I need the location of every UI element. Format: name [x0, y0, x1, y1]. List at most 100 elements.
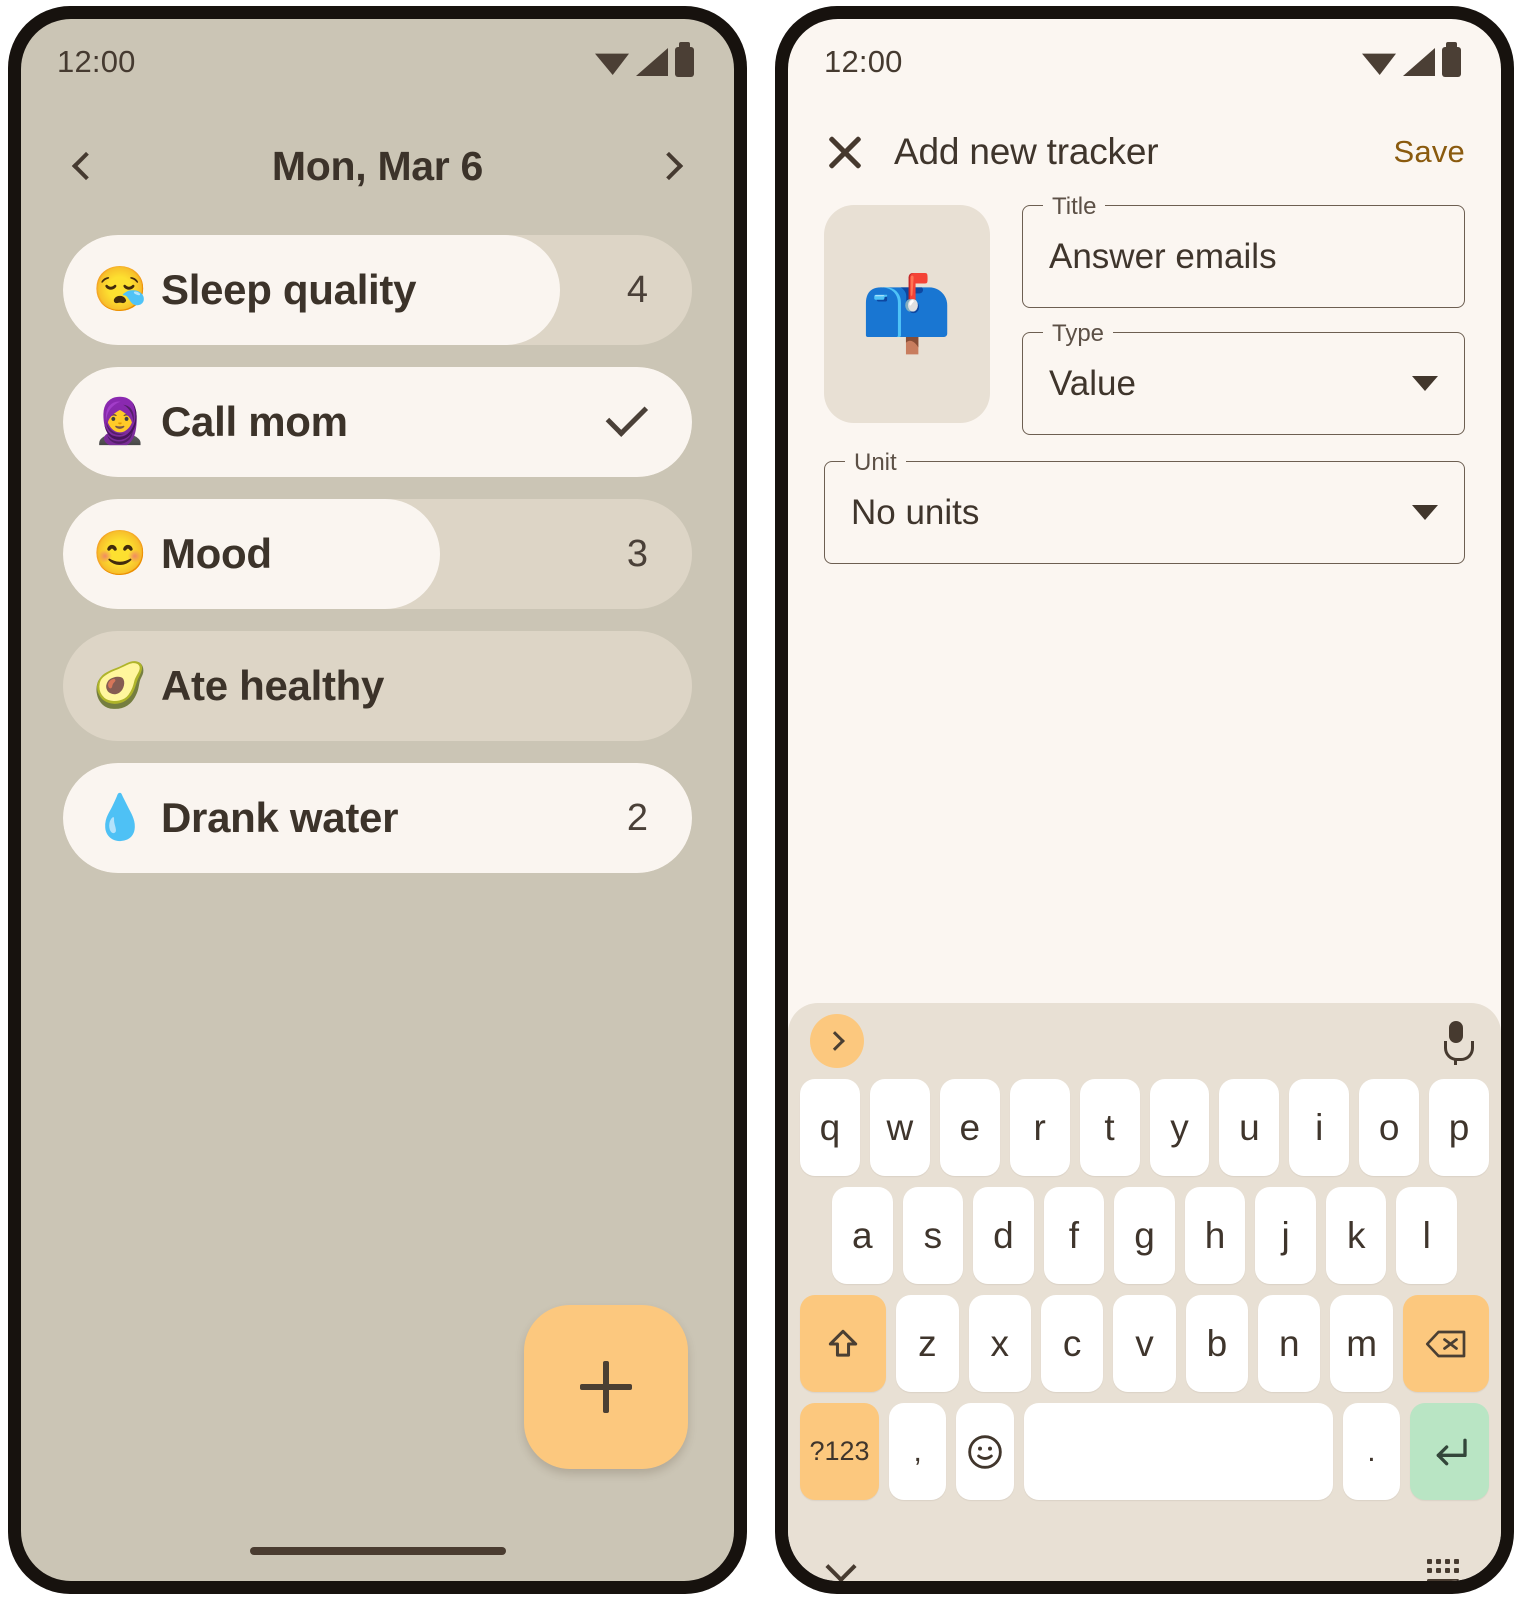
home-gesture-bar[interactable]: [249, 1547, 506, 1555]
fields-column: Title Answer emails Type Value: [1022, 193, 1465, 435]
form-top-section: 📫 Title Answer emails Type Value: [788, 173, 1501, 435]
key-l[interactable]: l: [1396, 1187, 1458, 1284]
space-key[interactable]: [1023, 1403, 1333, 1500]
keyboard-bottom-bar: [788, 1511, 1501, 1581]
key-s[interactable]: s: [902, 1187, 964, 1284]
avocado-icon: 🥑: [92, 661, 148, 710]
key-z[interactable]: z: [896, 1295, 959, 1392]
tracker-value: 3: [626, 532, 648, 575]
shift-icon: [828, 1329, 858, 1357]
key-b[interactable]: b: [1185, 1295, 1249, 1392]
close-icon[interactable]: [824, 131, 866, 173]
key-n[interactable]: n: [1258, 1295, 1321, 1392]
keyboard-row-2: a s d f g h j k l: [788, 1187, 1501, 1295]
chevron-left-icon: [71, 151, 100, 181]
type-select-label: Type: [1043, 320, 1114, 348]
emoji-picker-button[interactable]: 📫: [824, 205, 990, 423]
suggestion-bar: [788, 1003, 1501, 1079]
key-i[interactable]: i: [1289, 1079, 1350, 1176]
add-tracker-button[interactable]: [524, 1305, 688, 1469]
key-r[interactable]: r: [1009, 1079, 1070, 1176]
title-field-value: Answer emails: [1049, 236, 1277, 276]
key-k[interactable]: k: [1325, 1187, 1387, 1284]
key-d[interactable]: d: [973, 1187, 1034, 1284]
key-y[interactable]: y: [1149, 1079, 1210, 1176]
tracker-row[interactable]: 💧 Drank water 2: [63, 763, 692, 873]
save-button[interactable]: Save: [1394, 134, 1465, 170]
key-h[interactable]: h: [1184, 1187, 1246, 1284]
backspace-icon: [1425, 1330, 1466, 1357]
wifi-icon: [595, 53, 629, 75]
keyboard-row-4: ?123 , .: [788, 1403, 1501, 1511]
key-c[interactable]: c: [1040, 1295, 1104, 1392]
key-e[interactable]: e: [939, 1079, 1000, 1176]
left-phone-screen: 12:00 Mon, Mar 6 😪 Sleep quality 4 🧕 Cal…: [21, 19, 734, 1581]
tracker-row[interactable]: 🧕 Call mom: [63, 367, 692, 477]
key-t[interactable]: t: [1079, 1079, 1140, 1176]
key-p[interactable]: p: [1429, 1079, 1490, 1176]
title-field-label: Title: [1043, 193, 1106, 221]
type-select-value: Value: [1049, 363, 1136, 403]
key-g[interactable]: g: [1114, 1187, 1175, 1284]
key-x[interactable]: x: [968, 1295, 1031, 1392]
unit-select-value: No units: [851, 492, 980, 532]
smiling-face-icon: 😊: [92, 529, 148, 578]
check-icon: [605, 394, 649, 437]
numbers-key[interactable]: ?123: [800, 1403, 880, 1500]
chevron-down-icon[interactable]: [825, 1551, 857, 1581]
dual-phone-mockup: 12:00 Mon, Mar 6 😪 Sleep quality 4 🧕 Cal…: [0, 0, 1522, 1600]
woman-with-headscarf-icon: 🧕: [92, 397, 148, 446]
shift-key[interactable]: [800, 1295, 887, 1392]
previous-day-button[interactable]: [55, 139, 109, 193]
status-time: 12:00: [824, 44, 903, 79]
tracker-row-content: 🥑 Ate healthy: [63, 662, 692, 710]
chevron-down-icon: [1412, 376, 1438, 391]
key-w[interactable]: w: [869, 1079, 930, 1176]
tracker-row[interactable]: 😊 Mood 3: [63, 499, 692, 609]
key-u[interactable]: u: [1219, 1079, 1280, 1176]
tracker-row[interactable]: 🥑 Ate healthy: [63, 631, 692, 741]
status-bar-left: 12:00: [21, 19, 734, 105]
tracker-row-content: 💧 Drank water 2: [63, 794, 692, 842]
tracker-row[interactable]: 😪 Sleep quality 4: [63, 235, 692, 345]
key-v[interactable]: v: [1113, 1295, 1176, 1392]
on-screen-keyboard: q w e r t y u i o p a s d f g h j k l z …: [788, 1003, 1501, 1581]
key-q[interactable]: q: [799, 1079, 860, 1176]
status-icons: [595, 42, 694, 77]
right-phone-screen: 12:00 Add new tracker Save 📫 Title Answe…: [788, 19, 1501, 1581]
type-select[interactable]: Type Value: [1022, 320, 1465, 435]
tracker-label: Sleep quality: [161, 266, 417, 313]
emoji-icon: [968, 1434, 1002, 1469]
next-day-button[interactable]: [646, 139, 700, 193]
status-bar-right: 12:00: [788, 19, 1501, 105]
keyboard-switcher-icon[interactable]: [1427, 1558, 1459, 1581]
chevron-down-icon: [1412, 505, 1438, 520]
backspace-key[interactable]: [1402, 1295, 1489, 1392]
key-o[interactable]: o: [1359, 1079, 1420, 1176]
tracker-value: 2: [626, 796, 648, 839]
microphone-icon[interactable]: [1443, 1021, 1474, 1065]
emoji-key[interactable]: [956, 1403, 1014, 1500]
sleepy-face-icon: 😪: [92, 265, 148, 314]
tracker-row-content: 🧕 Call mom: [63, 394, 692, 446]
tracker-label: Mood: [161, 530, 272, 577]
comma-key[interactable]: ,: [889, 1403, 947, 1500]
period-key[interactable]: .: [1342, 1403, 1400, 1500]
title-field[interactable]: Title Answer emails: [1022, 193, 1465, 308]
mailbox-with-raised-flag-icon: 📫: [860, 272, 954, 355]
expand-suggestions-button[interactable]: [810, 1014, 864, 1068]
battery-icon: [1442, 42, 1461, 77]
status-time: 12:00: [57, 44, 136, 79]
tracker-row-content: 😊 Mood 3: [63, 530, 692, 578]
enter-icon: [1436, 1438, 1467, 1465]
key-a[interactable]: a: [831, 1187, 893, 1284]
signal-icon: [636, 48, 668, 76]
status-icons: [1362, 42, 1461, 77]
key-m[interactable]: m: [1330, 1295, 1393, 1392]
key-f[interactable]: f: [1043, 1187, 1105, 1284]
key-j[interactable]: j: [1255, 1187, 1316, 1284]
unit-select[interactable]: Unit No units: [824, 449, 1465, 564]
enter-key[interactable]: [1410, 1403, 1490, 1500]
page-title: Mon, Mar 6: [271, 142, 484, 189]
tracker-value: 4: [626, 268, 648, 311]
